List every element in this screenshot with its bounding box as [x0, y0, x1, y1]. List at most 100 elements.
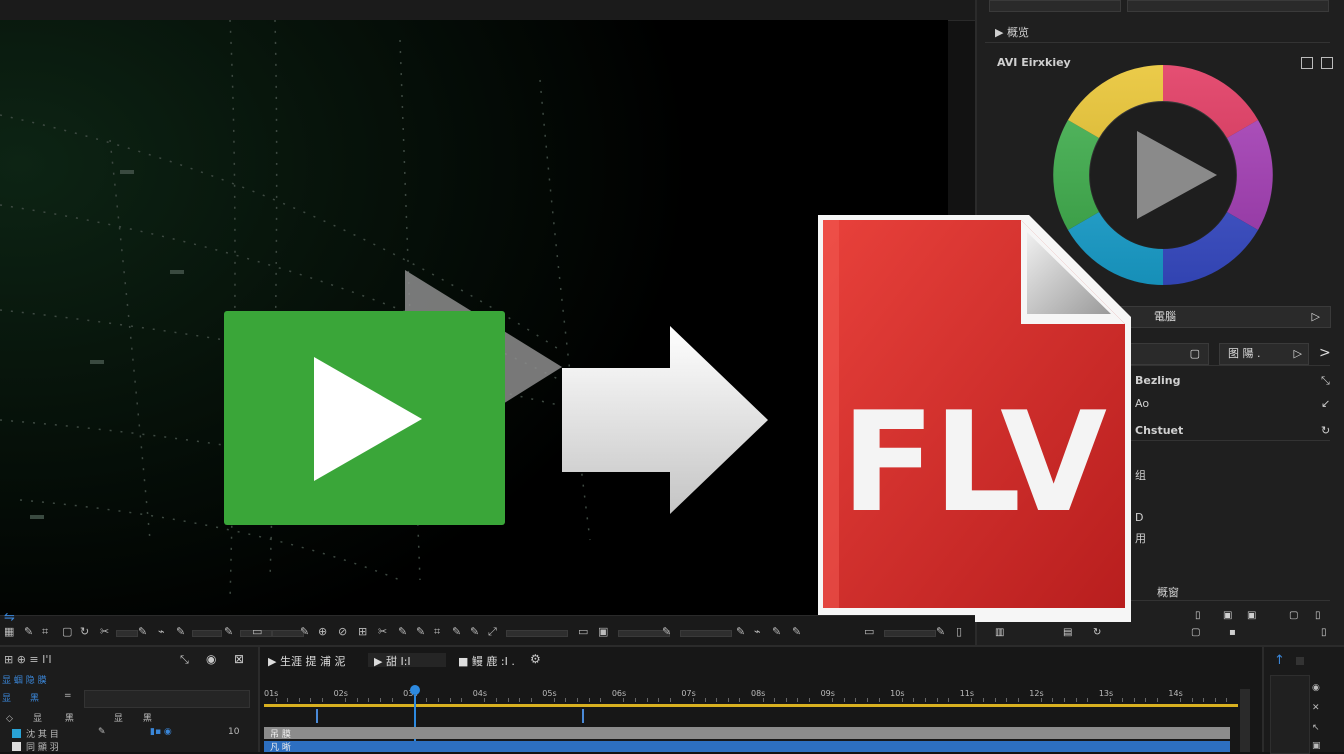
timeline-scrollbar[interactable]: [1240, 689, 1250, 752]
timeline-tracks[interactable]: ▶ 生涯 提 浦 泥 ▶ 甜 I:I ■ 鳗 鹿 :I . ⚙ 01s 02s 03…: [260, 647, 1260, 753]
frame-icon-5[interactable]: ▯: [956, 626, 962, 638]
work-area-bar[interactable]: [264, 704, 1238, 707]
side-icon-1[interactable]: ◉: [1312, 683, 1320, 693]
timecode-field[interactable]: ▶ 甜 I:I: [368, 653, 446, 668]
next-arrow-icon[interactable]: >: [1319, 345, 1331, 361]
ruler-minor-tick: [565, 698, 567, 702]
frame-icon-4[interactable]: ▭: [864, 626, 874, 638]
tool-icon-8[interactable]: ↻: [1093, 622, 1101, 644]
camera-icon[interactable]: ◉: [206, 652, 216, 666]
pen-icon-4[interactable]: ✎: [452, 626, 461, 638]
mini-slider-2[interactable]: [192, 630, 222, 637]
mask-icon[interactable]: ⊘: [338, 626, 347, 638]
pen-icon-3[interactable]: ✎: [398, 626, 407, 638]
ruler-tick-label: 07s: [681, 689, 696, 698]
track-label: 吊 膜: [270, 730, 291, 740]
effect-label-field[interactable]: 電腦 ▷: [1117, 306, 1331, 328]
value-field[interactable]: ▢: [1127, 343, 1209, 365]
pen-mini-icon[interactable]: ✎: [98, 727, 106, 737]
pen-icon-2[interactable]: ✎: [176, 626, 185, 638]
ruler-minor-tick: [808, 698, 810, 702]
tool-icon-7[interactable]: ▤: [1063, 622, 1072, 644]
brush-icon-2[interactable]: ⌁: [754, 626, 761, 638]
mini-slider-8[interactable]: [884, 630, 936, 637]
panel-tab-right[interactable]: [1127, 0, 1329, 12]
playhead-handle[interactable]: [410, 685, 420, 695]
layer-row[interactable]: 沈 其 目 ✎ ▮▪ ◉ 10: [0, 727, 258, 740]
track-bar-blue[interactable]: 凡 晰: [264, 741, 1230, 753]
pencil-icon-9[interactable]: ✎: [936, 626, 945, 638]
cut-icon[interactable]: ✂: [100, 626, 109, 638]
mini-slider-5[interactable]: [506, 630, 568, 637]
square-icon-2[interactable]: [1321, 57, 1333, 69]
layer-search-input[interactable]: [84, 690, 250, 708]
side-icon-3[interactable]: ↖: [1312, 723, 1320, 733]
pencil-icon-5[interactable]: ✎: [470, 626, 479, 638]
tool-icon-10[interactable]: ▪: [1229, 622, 1236, 644]
pin-icon-2[interactable]: ⤡: [180, 653, 189, 667]
pencil-icon-2[interactable]: ✎: [224, 626, 233, 638]
play-small-icon: ▷: [1311, 310, 1320, 323]
cut-icon-2[interactable]: ✂: [378, 626, 387, 638]
tool-icon-6[interactable]: ▥: [995, 622, 1004, 644]
panel-tab-left[interactable]: [989, 0, 1121, 12]
ruler-minor-tick: [832, 698, 834, 702]
comp-tab[interactable]: ▶ 生涯 提 浦 泥: [268, 653, 345, 669]
pencil-icon-8[interactable]: ✎: [792, 626, 801, 638]
frame-icon[interactable]: ▭: [252, 626, 262, 638]
pencil-icon[interactable]: ✎: [138, 626, 147, 638]
zoom-icon[interactable]: ⊕: [318, 626, 327, 638]
track-label-2: 凡 晰: [270, 743, 291, 753]
layers-icon[interactable]: ⊞: [358, 626, 367, 638]
flv-label: FLV: [841, 382, 1107, 543]
ruler-minor-tick: [287, 698, 289, 702]
pencil-icon-4[interactable]: ✎: [416, 626, 425, 638]
settings-icon[interactable]: ⚙: [530, 652, 541, 666]
up-arrow-icon[interactable]: ↑: [1274, 653, 1285, 668]
pen-icon[interactable]: ✎: [24, 626, 33, 638]
pencil-icon-6[interactable]: ✎: [662, 626, 671, 638]
snap-icon[interactable]: ⇋: [4, 611, 15, 624]
brush-icon[interactable]: ⌁: [158, 626, 165, 638]
ruler-minor-tick: [623, 698, 625, 702]
pencil-icon-3[interactable]: ✎: [300, 626, 309, 638]
ruler-minor-tick: [391, 698, 393, 702]
crop-icon[interactable]: ⌗: [42, 626, 48, 638]
ruler-minor-tick: [1214, 698, 1216, 702]
mini-slider-1[interactable]: [116, 630, 138, 637]
layer-row-2[interactable]: 同 顯 羽: [0, 741, 258, 753]
col-label-1: 显: [2, 694, 12, 704]
square-icon[interactable]: [1301, 57, 1313, 69]
mask-icon-2[interactable]: ⊠: [234, 652, 244, 666]
square-tool-icon[interactable]: ▢: [62, 626, 72, 638]
grid-icon[interactable]: ▦: [4, 626, 14, 638]
ruler-minor-tick: [1110, 698, 1112, 702]
blue-toggle-icon[interactable]: ▮▪ ◉: [150, 727, 172, 737]
tool-icon-9[interactable]: ▢: [1191, 622, 1200, 644]
expand-icon[interactable]: ⤢: [488, 626, 497, 638]
pen-icon-5[interactable]: ✎: [772, 626, 781, 638]
ruler-tick-label: 10s: [890, 689, 905, 698]
render-tab[interactable]: ■ 鳗 鹿 :I .: [458, 653, 515, 669]
rotate-icon[interactable]: ↻: [80, 626, 89, 638]
mini-slider-7[interactable]: [680, 630, 732, 637]
ruler-minor-tick: [519, 698, 521, 702]
crop-icon-2[interactable]: ⌗: [434, 626, 440, 638]
dropdown-select[interactable]: 图 陽 . ▷: [1219, 343, 1309, 365]
view-tools-row-2[interactable]: ▥ ▤ ↻ ▢ ▪ ▯: [977, 622, 1344, 644]
track-bar-grey[interactable]: 吊 膜: [264, 727, 1230, 740]
side-icon-2[interactable]: ✕: [1312, 703, 1320, 713]
layer-header-icons[interactable]: ⊞ ⊕ ≡ I'I: [4, 653, 52, 666]
frame-icon-3[interactable]: ▣: [598, 626, 608, 638]
equals-icon: =: [64, 691, 72, 701]
use-label: 用: [1135, 532, 1146, 545]
ruler-minor-tick: [600, 698, 602, 702]
tool-icon-11[interactable]: ▯: [1321, 622, 1327, 644]
frame-icon-2[interactable]: ▭: [578, 626, 588, 638]
marker-2: [582, 709, 584, 723]
pencil-icon-7[interactable]: ✎: [736, 626, 745, 638]
video-file-icon: [224, 311, 505, 525]
side-square-icon[interactable]: [1296, 657, 1304, 665]
section-header[interactable]: ▶ 概览: [977, 22, 1344, 44]
side-list[interactable]: [1270, 675, 1310, 754]
